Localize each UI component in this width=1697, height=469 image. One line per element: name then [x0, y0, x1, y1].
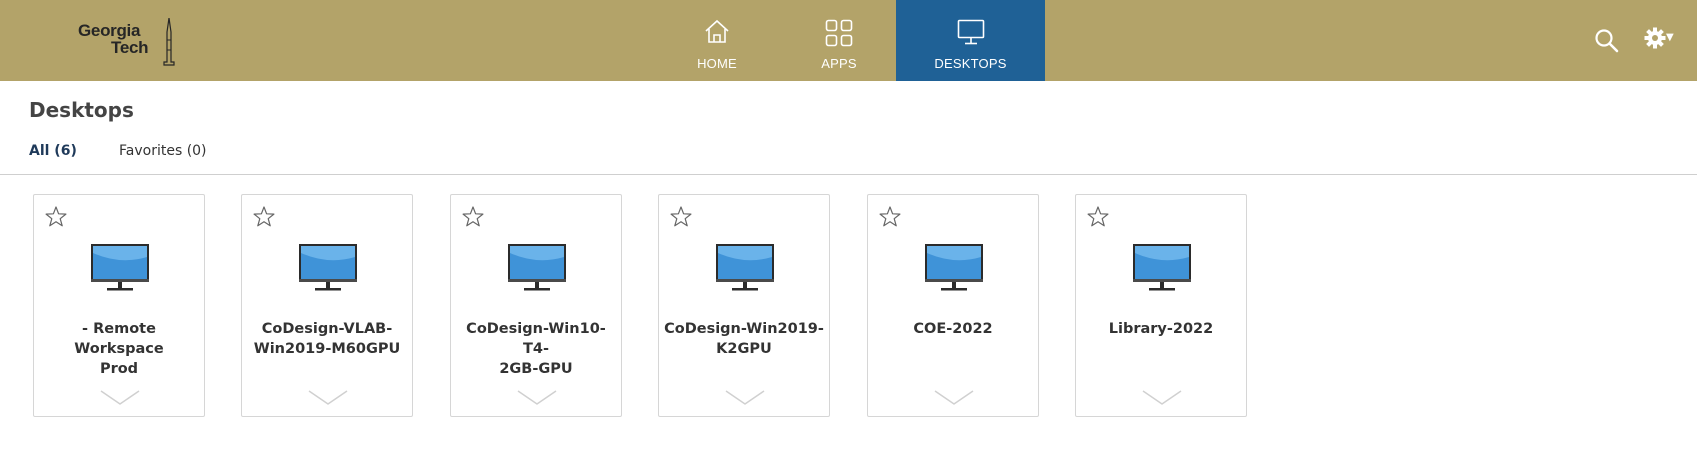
search-icon [1594, 29, 1620, 58]
chevron-down-icon[interactable] [934, 390, 974, 410]
star-icon[interactable] [44, 205, 68, 233]
desktop-name: Library-2022 [1108, 321, 1214, 337]
nav-tab-home[interactable]: HOME [664, 0, 770, 81]
chevron-down-icon[interactable] [100, 390, 140, 410]
georgia-tech-logo[interactable]: Georgia Tech [78, 18, 188, 66]
nav-tab-desktops[interactable]: DESKTOPS [896, 0, 1045, 81]
desktop-name: COE-2022 [913, 321, 993, 337]
chevron-down-icon: ▼ [1666, 32, 1674, 43]
filter-divider [0, 174, 1697, 175]
top-navigation-bar: Georgia Tech HOME APPS DESKTOPS ▼ [0, 0, 1697, 81]
tech-tower-icon [163, 18, 175, 66]
desktop-card[interactable]: Library-2022 [1075, 194, 1247, 417]
chevron-down-icon[interactable] [725, 390, 765, 410]
monitor-icon [957, 19, 985, 49]
monitor-icon [90, 243, 150, 297]
desktop-name: CoDesign-VLAB- Win2019-M60GPU [253, 321, 401, 357]
desktop-card[interactable]: CoDesign-Win2019- K2GPU [658, 194, 830, 417]
filter-tab-all[interactable]: All (6) [29, 143, 77, 159]
home-icon [704, 19, 730, 47]
chevron-down-icon[interactable] [308, 390, 348, 410]
star-icon[interactable] [669, 205, 693, 233]
monitor-icon [1132, 243, 1192, 297]
logo-line-1: Georgia [78, 21, 141, 40]
chevron-down-icon[interactable] [517, 390, 557, 410]
desktop-card[interactable]: CoDesign-VLAB- Win2019-M60GPU [241, 194, 413, 417]
logo-line-2: Tech [111, 38, 149, 57]
star-icon[interactable] [1086, 205, 1110, 233]
monitor-icon [507, 243, 567, 297]
nav-tab-desktops-label: DESKTOPS [934, 56, 1007, 71]
monitor-icon [924, 243, 984, 297]
search-button[interactable] [1594, 28, 1620, 58]
filter-tab-favorites[interactable]: Favorites (0) [119, 143, 207, 159]
desktop-card[interactable]: COE-2022 [867, 194, 1039, 417]
apps-grid-icon [825, 19, 853, 51]
desktop-name: - Remote Workspace Prod [74, 321, 164, 377]
monitor-icon [298, 243, 358, 297]
page-title: Desktops [29, 98, 134, 122]
desktop-card[interactable]: CoDesign-Win10-T4- 2GB-GPU [450, 194, 622, 417]
desktop-card[interactable]: - Remote Workspace Prod [33, 194, 205, 417]
settings-menu-button[interactable]: ▼ [1644, 27, 1674, 53]
nav-tab-apps[interactable]: APPS [786, 0, 892, 81]
desktop-name: CoDesign-Win10-T4- 2GB-GPU [466, 321, 606, 377]
star-icon[interactable] [878, 205, 902, 233]
gear-icon [1644, 27, 1666, 53]
desktop-name: CoDesign-Win2019- K2GPU [664, 321, 824, 357]
nav-tab-home-label: HOME [697, 56, 737, 71]
star-icon[interactable] [461, 205, 485, 233]
monitor-icon [715, 243, 775, 297]
nav-tab-apps-label: APPS [821, 56, 857, 71]
star-icon[interactable] [252, 205, 276, 233]
chevron-down-icon[interactable] [1142, 390, 1182, 410]
